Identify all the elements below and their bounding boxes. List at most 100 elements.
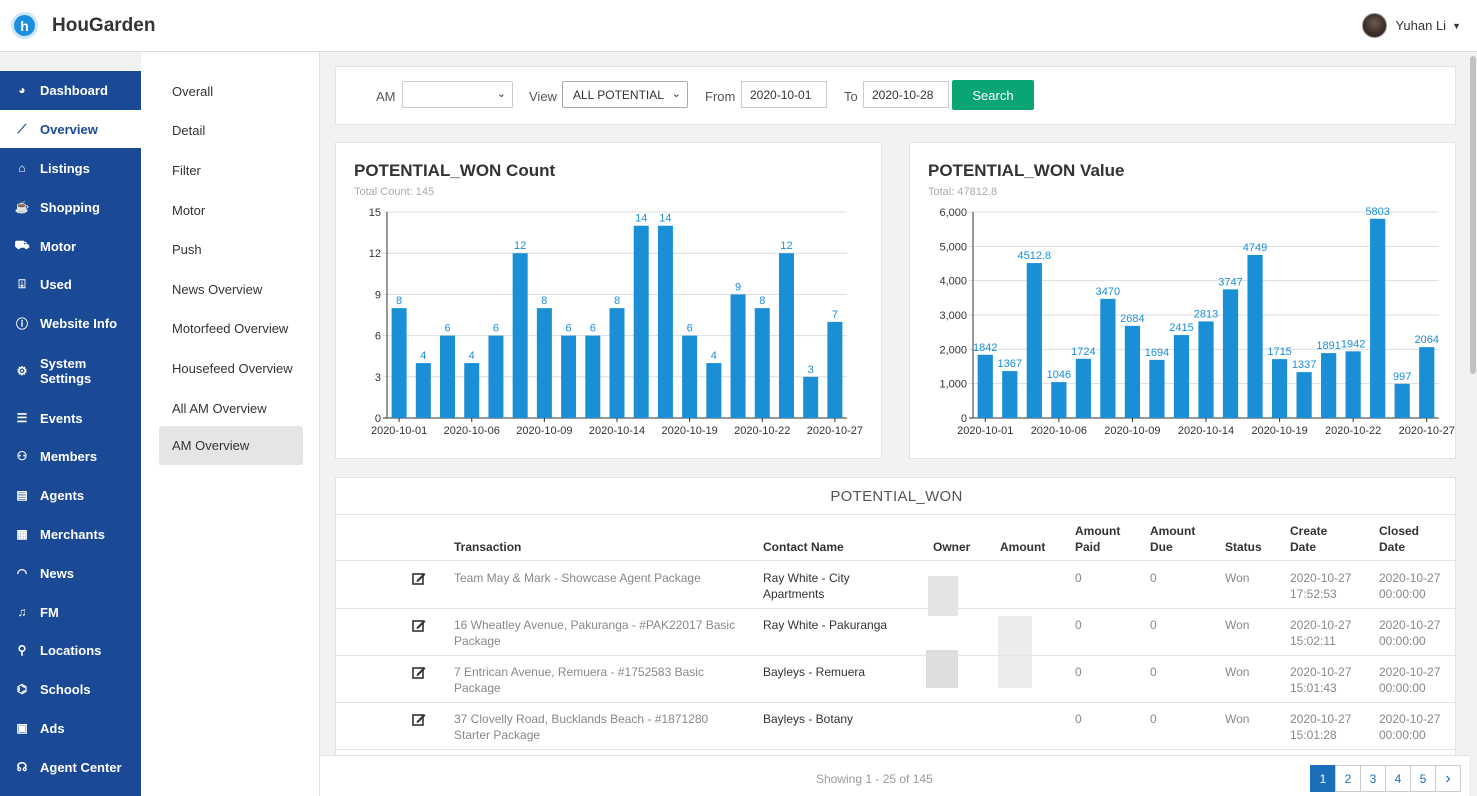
header-amount-paid[interactable]: Amount Paid	[1075, 523, 1120, 555]
header-status[interactable]: Status	[1225, 539, 1262, 555]
sidebar-item-merchants[interactable]: ▦ Merchants	[0, 515, 141, 553]
page-5-button[interactable]: 5	[1410, 765, 1436, 792]
page-2-button[interactable]: 2	[1335, 765, 1361, 792]
data-label: 7	[832, 309, 838, 321]
school-icon: ⌬	[16, 682, 28, 696]
subnav-item-motorfeed-overview[interactable]: Motorfeed Overview	[172, 321, 288, 336]
subnav-item-push[interactable]: Push	[172, 242, 202, 257]
sidebar-item-listings[interactable]: ⌂ Listings	[0, 149, 141, 187]
data-label: 1337	[1292, 359, 1316, 371]
subnav-item-overall[interactable]: Overall	[172, 84, 213, 99]
brand-name[interactable]: HouGarden	[52, 15, 155, 37]
from-label: From	[705, 89, 736, 104]
sidebar-item-dashboard[interactable]: ◕ Dashboard	[0, 71, 141, 109]
user-menu[interactable]: Yuhan Li ▼	[1362, 13, 1461, 38]
chevron-down-icon: ⌄	[496, 88, 506, 100]
edit-icon[interactable]	[412, 618, 426, 632]
sidebar-item-website-info[interactable]: ⓘ Website Info	[0, 304, 141, 342]
status-cell: Won	[1225, 712, 1250, 726]
transaction-cell[interactable]: Team May & Mark - Showcase Agent Package	[454, 570, 754, 586]
data-label: 1942	[1341, 338, 1365, 350]
contact-cell: Bayleys - Botany	[763, 711, 913, 727]
bar	[1222, 289, 1239, 418]
header-amount[interactable]: Amount	[1000, 539, 1045, 555]
edit-icon[interactable]	[412, 571, 426, 585]
x-tick-label: 2020-10-01	[371, 425, 427, 437]
view-select[interactable]: ALL POTENTIAL ⌄	[562, 81, 688, 108]
bar	[1296, 372, 1312, 418]
cell-line: 15:01:28	[1290, 728, 1337, 742]
page-3-button[interactable]: 3	[1360, 765, 1386, 792]
sidebar-item-locations[interactable]: ⚲ Locations	[0, 631, 141, 669]
header-transaction[interactable]: Transaction	[454, 539, 521, 555]
data-label: 8	[396, 295, 402, 307]
subnav-item-am-overview[interactable]: AM Overview	[159, 426, 303, 465]
status-cell: Won	[1225, 665, 1250, 679]
cell-line: 15:01:43	[1290, 681, 1337, 695]
header-closed-date[interactable]: Closed Date	[1379, 523, 1419, 555]
from-date-input[interactable]: 2020-10-01	[741, 81, 827, 108]
scrollbar-thumb[interactable]	[1470, 56, 1476, 374]
am-select[interactable]: ⌄	[402, 81, 513, 108]
subnav-item-news-overview[interactable]: News Overview	[172, 282, 262, 297]
x-tick-label: 2020-10-01	[957, 425, 1013, 437]
sidebar-item-agent-center[interactable]: ☊ Agent Center	[0, 748, 141, 786]
sidebar-item-schools[interactable]: ⌬ Schools	[0, 670, 141, 708]
data-label: 6	[444, 323, 450, 335]
sidebar-item-events[interactable]: ☰ Events	[0, 399, 141, 437]
contact-cell: Ray White - City Apartments	[763, 570, 913, 602]
bar	[536, 308, 552, 418]
rss-icon: ◠	[16, 566, 28, 580]
subnav-item-housefeed-overview[interactable]: Housefeed Overview	[172, 361, 293, 376]
sidebar-item-system-settings[interactable]: ⚙ System Settings	[0, 343, 141, 398]
sidebar-item-members[interactable]: ⚇ Members	[0, 437, 141, 475]
subnav-item-all-am-overview[interactable]: All AM Overview	[172, 401, 267, 416]
sidebar-item-ads[interactable]: ▣ Ads	[0, 709, 141, 747]
edit-icon[interactable]	[412, 712, 426, 726]
subnav-item-detail[interactable]: Detail	[172, 123, 205, 138]
logo-icon[interactable]: h	[11, 12, 38, 39]
transaction-cell[interactable]: 37 Clovelly Road, Bucklands Beach - #187…	[454, 711, 754, 743]
sidebar-item-label: Motor	[40, 238, 77, 254]
y-tick-label: 3,000	[939, 310, 967, 322]
bar	[1149, 359, 1165, 418]
sidebar-item-shopping[interactable]: ☕ Shopping	[0, 188, 141, 226]
subnav-item-filter[interactable]: Filter	[172, 163, 201, 178]
sidebar-item-motor[interactable]: ⛟ Motor	[0, 227, 141, 265]
transaction-cell[interactable]: 7 Entrican Avenue, Remuera - #1752583 Ba…	[454, 664, 754, 696]
sidebar-item-fm[interactable]: ♫ FM	[0, 593, 141, 631]
bar	[1002, 371, 1018, 418]
next-page-button[interactable]: ›	[1435, 765, 1461, 792]
page-1-button[interactable]: 1	[1310, 765, 1336, 792]
sidebar-item-label: Overview	[40, 121, 98, 137]
cell-line: 00:00:00	[1379, 681, 1426, 695]
transaction-cell[interactable]: 16 Wheatley Avenue, Pakuranga - #PAK2201…	[454, 617, 754, 649]
showing-count: Showing 1 - 25 of 145	[816, 772, 933, 786]
sidebar-item-agents[interactable]: ▤ Agents	[0, 476, 141, 514]
cell-line: 00:00:00	[1379, 587, 1426, 601]
header-owner[interactable]: Owner	[933, 539, 970, 555]
data-label: 8	[614, 295, 620, 307]
data-label: 1891	[1316, 340, 1340, 352]
sidebar-item-overview[interactable]: ⟋ Overview	[0, 110, 141, 148]
data-label: 2064	[1414, 334, 1438, 346]
sidebar-item-used[interactable]: ⍗ Used	[0, 265, 141, 303]
value-bar-chart: 0 1,000 2,000 3,000 4,000 5,000 6,000 18421367 4…	[939, 206, 1454, 437]
sidebar-item-label: Ads	[40, 720, 65, 736]
search-button[interactable]: Search	[952, 80, 1034, 110]
subnav-item-motor[interactable]: Motor	[172, 203, 205, 218]
edit-icon[interactable]	[412, 665, 426, 679]
data-label: 14	[659, 213, 671, 225]
to-date-input[interactable]: 2020-10-28	[863, 81, 949, 108]
header-create-date[interactable]: Create Date	[1290, 523, 1327, 555]
bar	[682, 335, 698, 418]
table-footer: Showing 1 - 25 of 145 1 2 3 4 5 ›	[320, 755, 1477, 796]
y-tick-label: 0	[961, 413, 967, 425]
y-tick-label: 2,000	[939, 344, 967, 356]
page-4-button[interactable]: 4	[1385, 765, 1411, 792]
header-amount-due[interactable]: Amount Due	[1150, 523, 1195, 555]
header-contact-name[interactable]: Contact Name	[763, 539, 844, 555]
x-tick-label: 2020-10-22	[734, 425, 790, 437]
sidebar-item-news[interactable]: ◠ News	[0, 554, 141, 592]
bar	[778, 253, 794, 418]
